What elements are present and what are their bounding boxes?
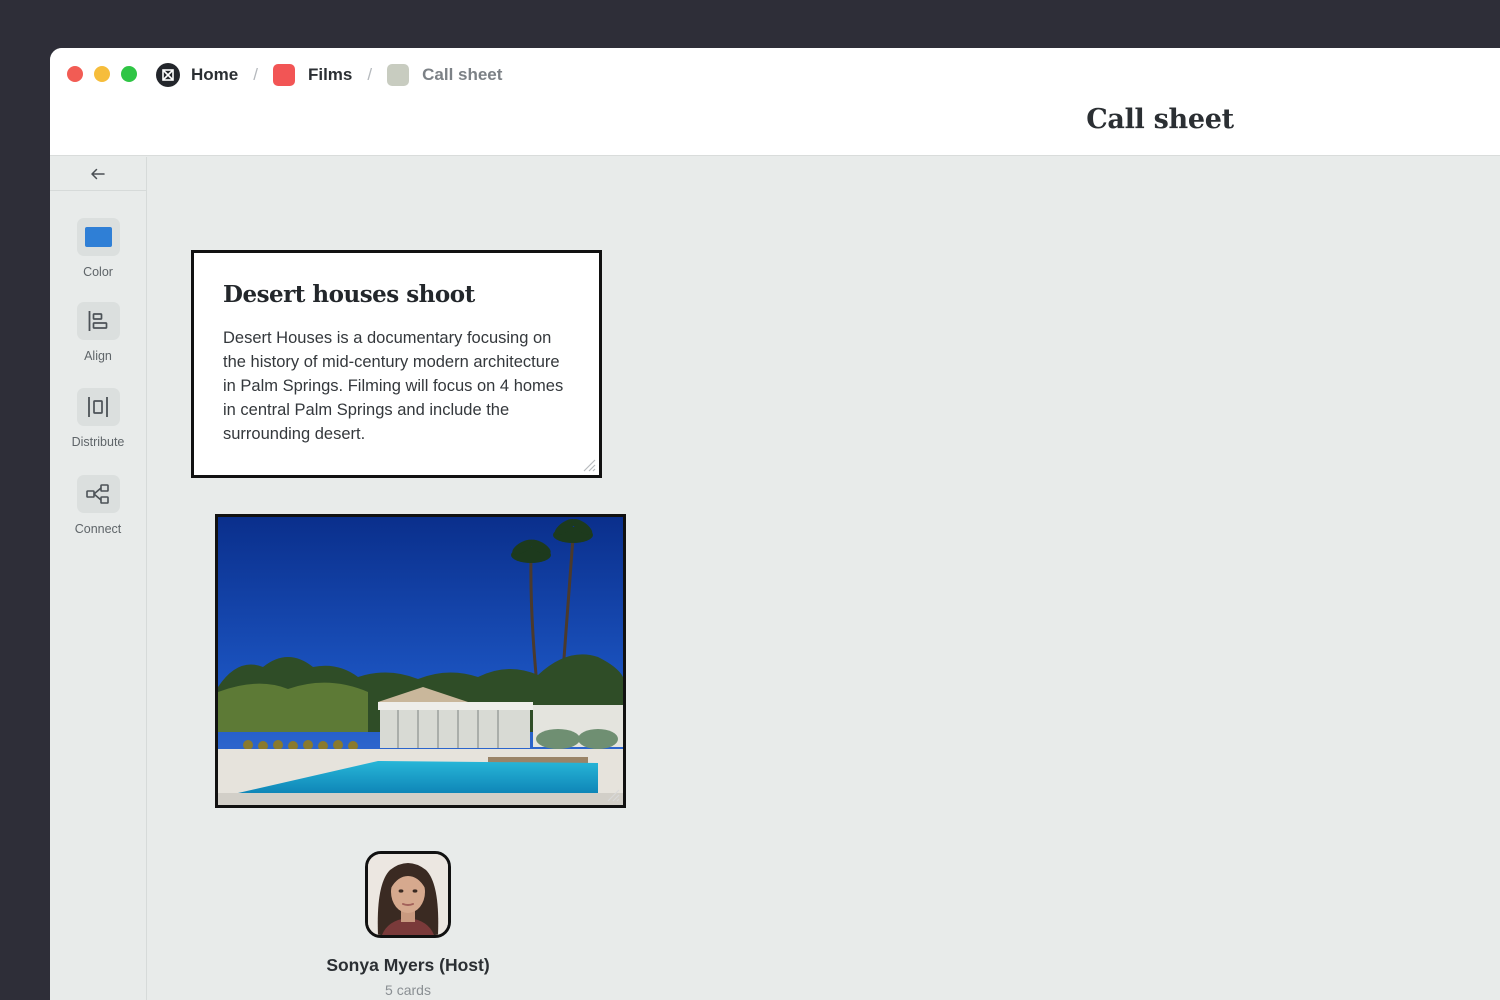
- breadcrumb-films-label: Films: [307, 65, 353, 84]
- color-tool-button[interactable]: [76, 218, 120, 256]
- align-tool-button[interactable]: [76, 302, 120, 340]
- gray-square-icon: [387, 64, 410, 86]
- breadcrumb-separator: /: [253, 65, 258, 84]
- title-bar: Home / Films / Call sheet Call sheet: [50, 48, 1500, 156]
- breadcrumb-films[interactable]: Films: [272, 64, 353, 86]
- page-title: Call sheet: [1086, 104, 1234, 135]
- tool-sidebar: Color Align Distribute Connect: [50, 157, 147, 1000]
- board-canvas[interactable]: Desert houses shoot Desert Houses is a d…: [147, 157, 1500, 1000]
- host-portrait-photo: [368, 854, 448, 935]
- person-card[interactable]: Sonya Myers (Host) 5 cards: [317, 851, 499, 998]
- breadcrumb-separator: /: [367, 65, 373, 84]
- red-square-icon: [272, 64, 295, 86]
- desert-house-pool-photo: [218, 517, 623, 805]
- person-name: Sonya Myers (Host): [326, 955, 490, 975]
- logo-icon: [156, 63, 180, 87]
- breadcrumb-call-sheet-label: Call sheet: [422, 65, 503, 84]
- breadcrumb-call-sheet[interactable]: Call sheet: [387, 64, 502, 86]
- connect-icon: [86, 484, 109, 504]
- distribute-tool-button[interactable]: [76, 388, 120, 426]
- color-tool-label: Color: [83, 265, 113, 279]
- resize-handle-icon[interactable]: [606, 788, 620, 802]
- distribute-tool-label: Distribute: [71, 435, 125, 449]
- close-window-button[interactable]: [67, 66, 83, 82]
- breadcrumb: Home / Films / Call sheet: [156, 62, 502, 88]
- color-tool[interactable]: Color: [50, 218, 146, 279]
- app-window: Home / Films / Call sheet Call sheet Col…: [50, 48, 1500, 1000]
- minimize-window-button[interactable]: [94, 66, 110, 82]
- distribute-tool[interactable]: Distribute: [50, 388, 146, 449]
- breadcrumb-home-label: Home: [191, 65, 239, 84]
- back-button[interactable]: [50, 157, 146, 191]
- arrow-left-icon: [91, 168, 105, 179]
- connect-tool-button[interactable]: [76, 475, 120, 513]
- resize-handle-icon[interactable]: [582, 458, 596, 472]
- connect-tool-label: Connect: [74, 522, 122, 536]
- person-card-count: 5 cards: [385, 982, 431, 998]
- note-card-body: Desert Houses is a documentary focusing …: [223, 329, 564, 443]
- color-swatch-icon: [84, 227, 112, 247]
- align-left-icon: [88, 311, 108, 331]
- align-tool[interactable]: Align: [50, 302, 146, 363]
- maximize-window-button[interactable]: [121, 66, 137, 82]
- breadcrumb-home[interactable]: Home: [156, 63, 238, 87]
- connect-tool[interactable]: Connect: [50, 475, 146, 536]
- note-card-title: Desert houses shoot: [223, 281, 475, 308]
- avatar[interactable]: [365, 851, 451, 938]
- image-card[interactable]: [215, 514, 626, 808]
- align-tool-label: Align: [84, 349, 112, 363]
- note-card[interactable]: Desert houses shoot Desert Houses is a d…: [191, 250, 602, 478]
- distribute-icon: [88, 397, 108, 417]
